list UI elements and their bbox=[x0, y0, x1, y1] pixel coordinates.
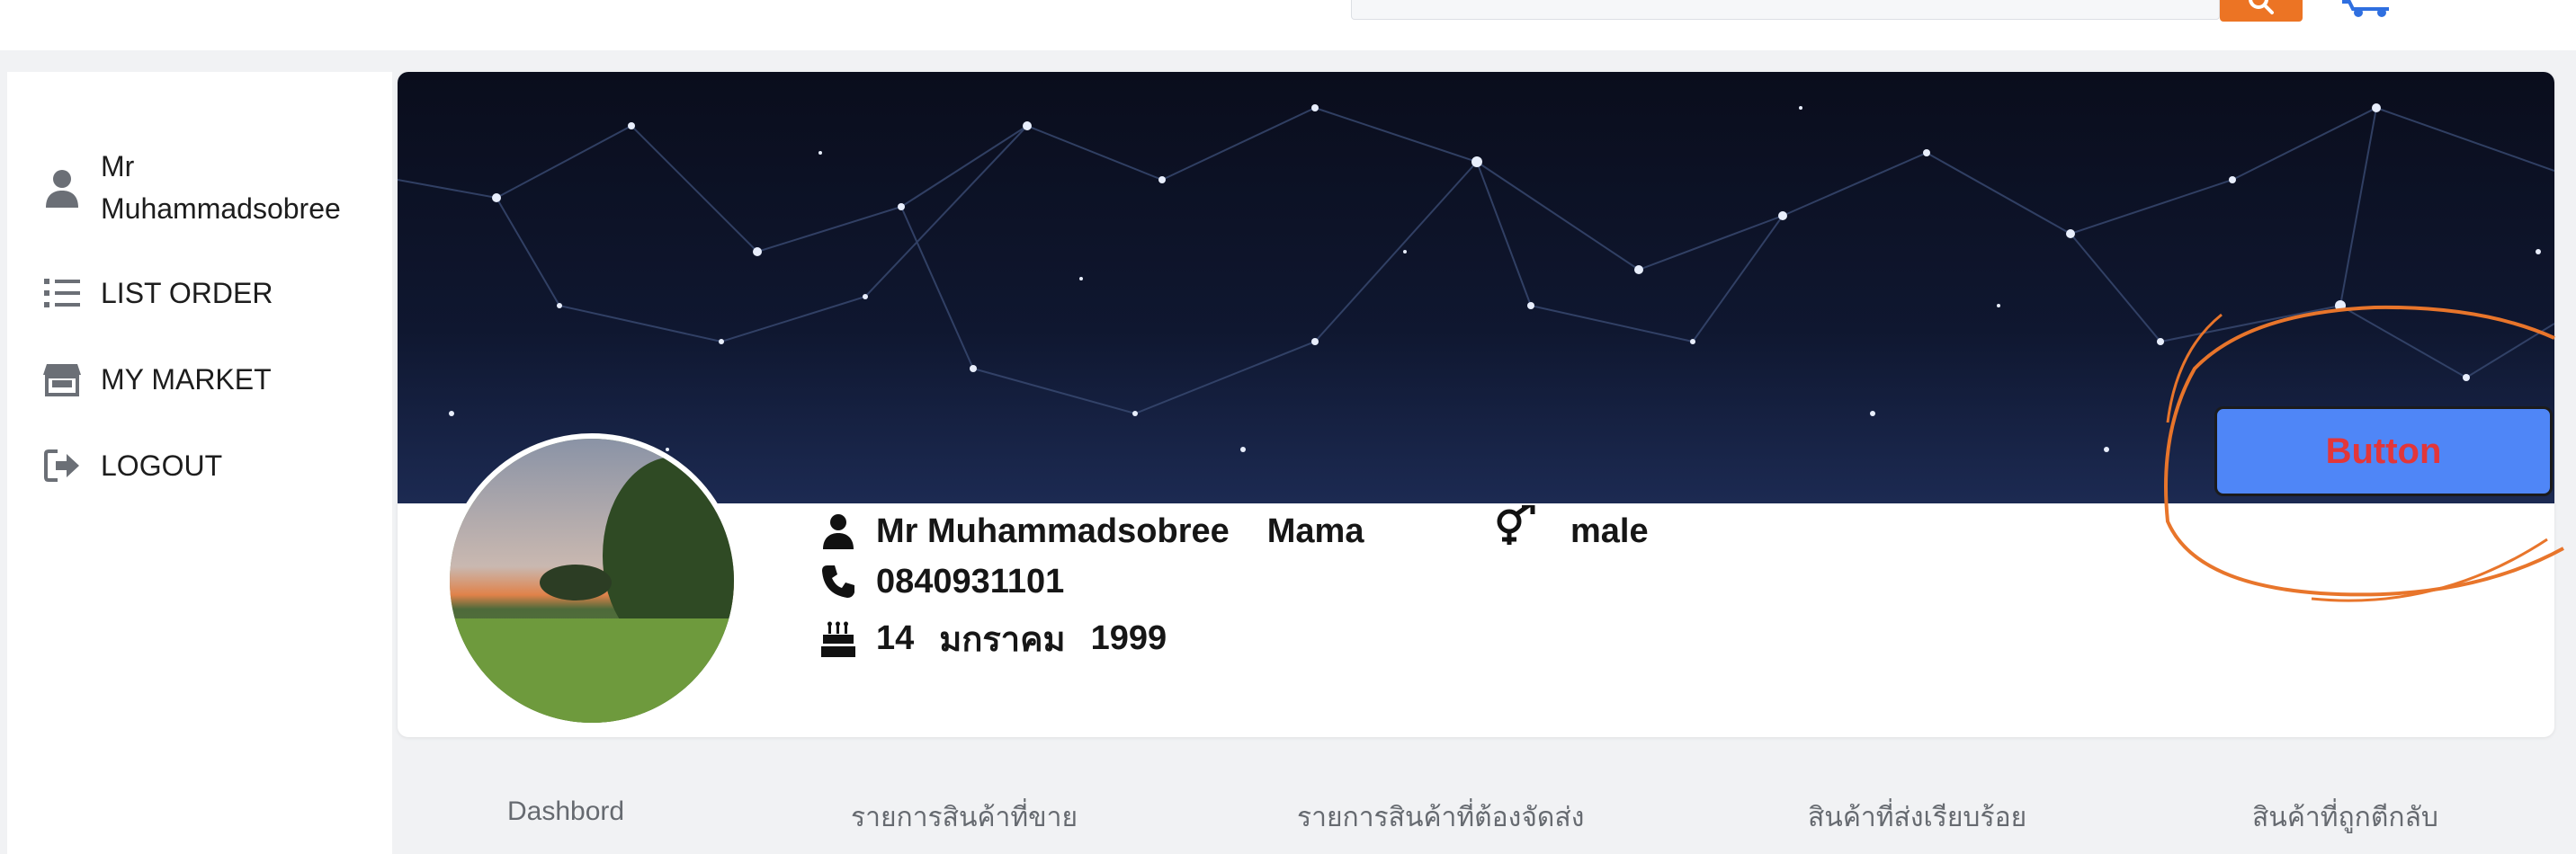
birthday-cake-icon bbox=[820, 618, 856, 660]
profile-name-row: Mr Muhammadsobree Mama bbox=[820, 511, 1364, 552]
search-button[interactable] bbox=[2220, 0, 2303, 22]
search-input[interactable] bbox=[1351, 0, 2220, 20]
logout-icon bbox=[41, 445, 83, 486]
profile-birth-month: มกราคม bbox=[939, 621, 1066, 659]
profile-phone: 0840931101 bbox=[876, 562, 1065, 600]
profile-last-name: Mama bbox=[1266, 512, 1364, 550]
profile-phone-row: 0840931101 bbox=[820, 561, 1064, 602]
sidebar-item-label: LOGOUT bbox=[101, 449, 223, 482]
user-icon bbox=[820, 511, 856, 552]
top-bar bbox=[0, 0, 2576, 50]
profile-birth-day: 14 bbox=[876, 619, 915, 657]
gender-icon bbox=[1491, 503, 1542, 553]
profile-birth-year: 1999 bbox=[1090, 619, 1167, 657]
sidebar: Mr Muhammadsobree LIST ORDER MY MARKET L… bbox=[7, 72, 392, 854]
profile-birthday-row: 14 มกราคม 1999 bbox=[820, 611, 1167, 666]
sidebar-item-label: MY MARKET bbox=[101, 363, 272, 396]
cart-icon[interactable] bbox=[2339, 0, 2396, 23]
sidebar-user-name: Muhammadsobree bbox=[101, 192, 341, 225]
tab-bar: Dashbord รายการสินค้าที่ขาย รายการสินค้า… bbox=[0, 782, 2576, 854]
sidebar-item-profile[interactable]: Mr Muhammadsobree bbox=[41, 146, 341, 230]
user-icon bbox=[41, 167, 83, 209]
sidebar-item-logout[interactable]: LOGOUT bbox=[41, 444, 222, 487]
profile-gender: male bbox=[1570, 512, 1649, 550]
store-icon bbox=[41, 359, 83, 400]
tab-products-shipped[interactable]: สินค้าที่ส่งเรียบร้อย bbox=[1808, 796, 2026, 839]
sidebar-item-label: LIST ORDER bbox=[101, 277, 273, 309]
search-icon bbox=[2249, 0, 2274, 14]
tab-products-to-ship[interactable]: รายการสินค้าที่ต้องจัดส่ง bbox=[1297, 796, 1584, 839]
avatar[interactable] bbox=[444, 433, 739, 728]
tab-products-returned[interactable]: สินค้าที่ถูกตีกลับ bbox=[2252, 796, 2438, 839]
phone-icon bbox=[820, 561, 856, 602]
sidebar-user-title: Mr bbox=[101, 150, 135, 182]
sidebar-item-list-order[interactable]: LIST ORDER bbox=[41, 271, 273, 315]
profile-first-name: Mr Muhammadsobree bbox=[876, 512, 1230, 550]
tab-products-for-sale[interactable]: รายการสินค้าที่ขาย bbox=[851, 796, 1078, 839]
annotation-scribble bbox=[2164, 305, 2564, 602]
sidebar-item-my-market[interactable]: MY MARKET bbox=[41, 358, 272, 401]
tab-dashboard[interactable]: Dashbord bbox=[507, 796, 624, 827]
list-icon bbox=[41, 272, 83, 314]
